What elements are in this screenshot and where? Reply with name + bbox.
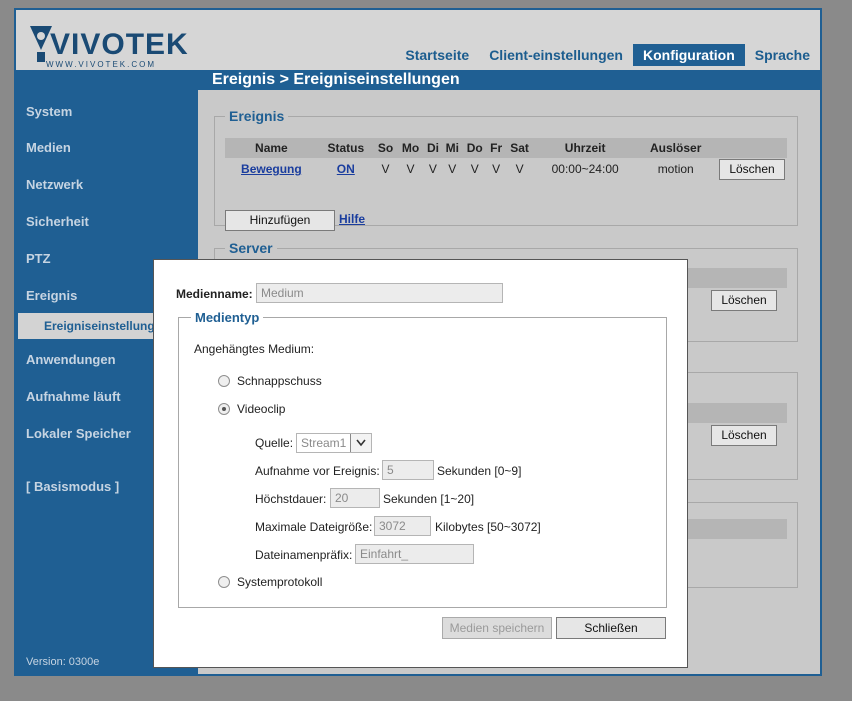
col-so: So (373, 138, 398, 158)
delete-media-button[interactable]: Löschen (711, 425, 777, 446)
max-size-label: Maximale Dateigröße: (255, 520, 373, 534)
sidebar-item-network[interactable]: Netzwerk (26, 177, 83, 192)
col-di: Di (423, 138, 443, 158)
prefix-input[interactable]: Einfahrt_ (355, 544, 474, 564)
event-name-link[interactable]: Bewegung (241, 162, 302, 176)
event-time: 00:00~24:00 (551, 162, 619, 176)
media-dialog: Medienname: Medium Medientyp Angehängtes… (153, 259, 688, 668)
chevron-down-icon (350, 434, 371, 452)
systemlog-label: Systemprotokoll (237, 575, 323, 589)
event-status-link[interactable]: ON (337, 162, 355, 176)
systemlog-radio[interactable] (218, 576, 230, 588)
mediatyp-legend: Medientyp (195, 310, 260, 325)
brand-name: VIVOTEK (50, 28, 189, 61)
source-select-value: Stream1 (301, 436, 347, 450)
save-media-button[interactable]: Medien speichern (442, 617, 552, 639)
col-name: Name (225, 138, 318, 158)
event-section-legend: Ereignis (229, 108, 285, 124)
medianame-input[interactable]: Medium (256, 283, 503, 303)
pre-event-unit: Sekunden [0~9] (437, 464, 522, 478)
sidebar-item-local-storage[interactable]: Lokaler Speicher (26, 426, 131, 441)
nav-language[interactable]: Sprache (745, 44, 820, 66)
day-so-value: V (381, 162, 390, 176)
sidebar-item-event[interactable]: Ereignis (26, 288, 77, 303)
source-label: Quelle: (255, 436, 294, 450)
day-do-value: V (470, 162, 479, 176)
day-fr-value: V (492, 162, 501, 176)
sidebar-item-security[interactable]: Sicherheit (26, 214, 89, 229)
col-do: Do (462, 138, 487, 158)
max-duration-input[interactable]: 20 (330, 488, 380, 508)
nav-startseite[interactable]: Startseite (395, 44, 479, 66)
col-sat: Sat (505, 138, 534, 158)
nav-client-settings[interactable]: Client-einstellungen (479, 44, 633, 66)
delete-event-button[interactable]: Löschen (719, 158, 785, 180)
sidebar-item-ptz[interactable]: PTZ (26, 251, 51, 266)
max-size-unit: Kilobytes [50~3072] (435, 520, 541, 534)
col-action (715, 138, 787, 158)
max-duration-unit: Sekunden [1~20] (383, 492, 475, 506)
day-mi-value: V (448, 162, 457, 176)
videoclip-radio[interactable] (218, 403, 230, 415)
day-di-value: V (428, 162, 437, 176)
sidebar-item-recording[interactable]: Aufnahme läuft (26, 389, 121, 404)
version-text: Version: 0300e (26, 656, 100, 668)
delete-server-button[interactable]: Löschen (711, 290, 777, 311)
day-sat-value: V (515, 162, 524, 176)
snapshot-radio[interactable] (218, 375, 230, 387)
medianame-label: Medienname: (176, 287, 253, 301)
page-title: Ereignis > Ereigniseinstellungen (212, 71, 460, 88)
prefix-label: Dateinamenpräfix: (255, 548, 353, 562)
close-button[interactable]: Schließen (556, 617, 666, 639)
col-mi: Mi (442, 138, 463, 158)
sidebar-item-applications[interactable]: Anwendungen (26, 352, 116, 367)
col-fr: Fr (486, 138, 506, 158)
pre-event-input[interactable]: 5 (382, 460, 434, 480)
brand-url: WWW.VIVOTEK.COM (46, 60, 156, 69)
nav-configuration[interactable]: Konfiguration (632, 44, 745, 66)
attached-media-label: Angehängtes Medium: (194, 342, 315, 356)
header: VIVOTEK WWW.VIVOTEK.COM Startseite Clien… (16, 10, 820, 70)
videoclip-label: Videoclip (237, 402, 286, 416)
col-mo: Mo (397, 138, 424, 158)
table-header-row: Name Status So Mo Di Mi Do Fr Sat Uhrzei… (225, 138, 787, 158)
snapshot-label: Schnappschuss (237, 374, 322, 388)
max-duration-label: Höchstdauer: (255, 492, 327, 506)
source-select[interactable]: Stream1 (296, 433, 372, 453)
col-status: Status (317, 138, 374, 158)
sidebar-item-media[interactable]: Medien (26, 140, 71, 155)
day-mo-value: V (406, 162, 415, 176)
sidebar-item-system[interactable]: System (26, 104, 72, 119)
sidebar-basic-mode[interactable]: [ Basismodus ] (26, 479, 119, 494)
sidebar-subitem-label: Ereigniseinstellungen (44, 319, 169, 333)
table-row: Bewegung ON V V V V V V V 00:00~24:00 mo… (225, 158, 787, 180)
event-section: Ereignis Name Status So Mo Di Mi Do Fr S… (214, 108, 798, 231)
title-bar: Ereignis > Ereigniseinstellungen (16, 70, 820, 90)
col-time: Uhrzeit (533, 138, 637, 158)
help-link[interactable]: Hilfe (339, 212, 365, 226)
pre-event-label: Aufnahme vor Ereignis: (255, 464, 380, 478)
top-navigation: Startseite Client-einstellungen Konfigur… (395, 44, 820, 66)
max-size-input[interactable]: 3072 (374, 516, 431, 536)
event-trigger: motion (657, 162, 694, 176)
server-section-legend: Server (229, 240, 273, 256)
col-trigger: Auslöser (636, 138, 715, 158)
event-table: Name Status So Mo Di Mi Do Fr Sat Uhrzei… (225, 138, 787, 180)
add-event-button[interactable]: Hinzufügen (225, 210, 335, 231)
